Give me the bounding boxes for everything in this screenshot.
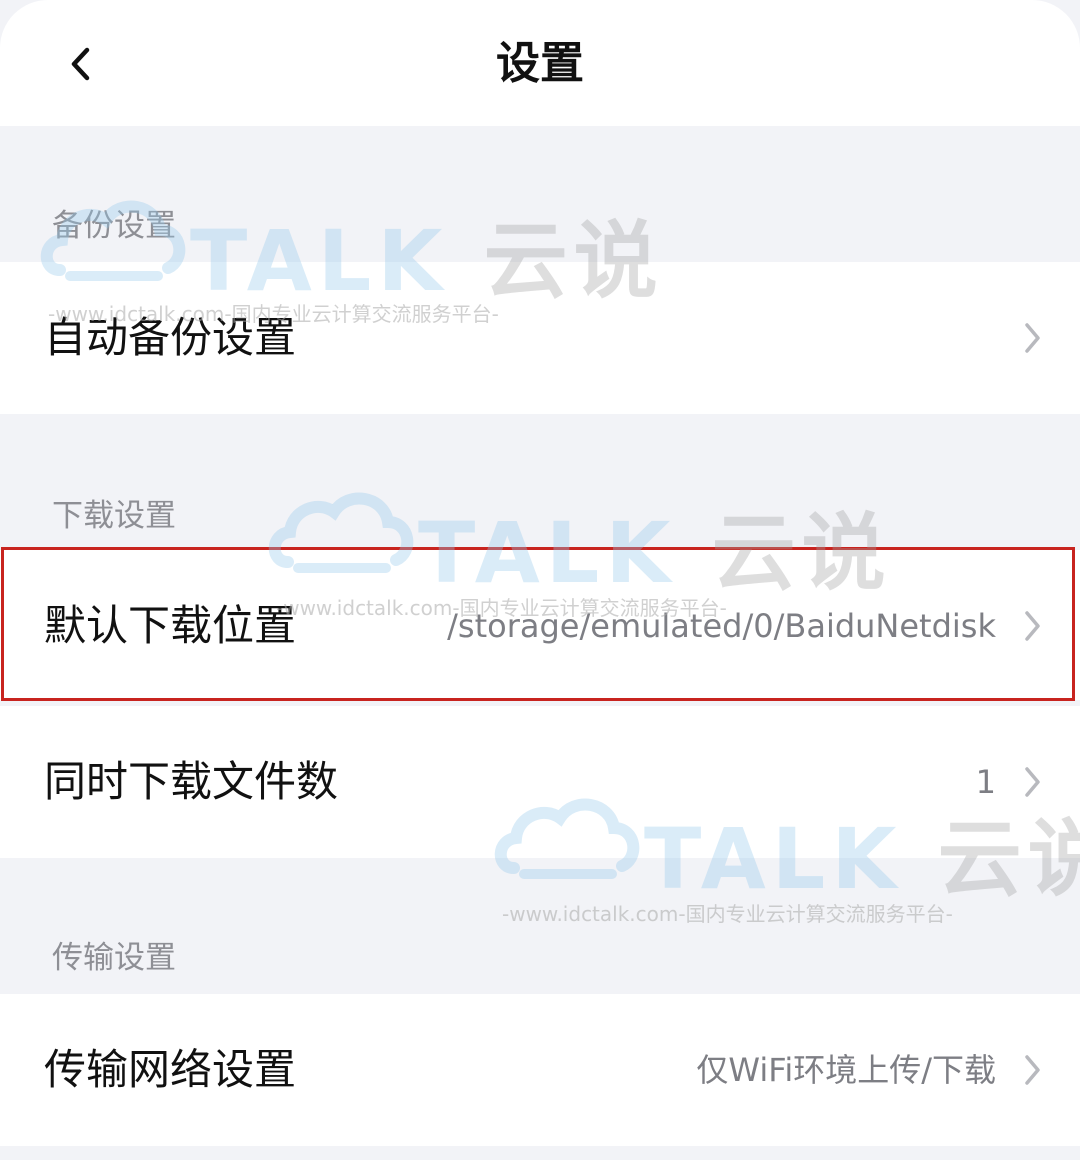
- row-value-download-path: /storage/emulated/0/BaiduNetdisk: [447, 607, 996, 645]
- settings-row-concurrent-downloads[interactable]: 同时下载文件数 1: [0, 706, 1080, 858]
- settings-row-auto-backup[interactable]: 自动备份设置: [0, 262, 1080, 414]
- row-label: 默认下载位置: [44, 601, 297, 650]
- section-label-download: 下载设置: [52, 498, 176, 534]
- row-value-concurrent-count: 1: [975, 763, 996, 801]
- top-bar: 设置: [0, 0, 1080, 126]
- settings-row-default-download-location[interactable]: 默认下载位置 /storage/emulated/0/BaiduNetdisk: [0, 550, 1080, 700]
- row-value-network-mode: 仅WiFi环境上传/下载: [696, 1051, 996, 1089]
- row-label: 同时下载文件数: [44, 757, 339, 806]
- section-label-backup: 备份设置: [52, 208, 176, 244]
- chevron-right-icon: [1025, 1055, 1040, 1085]
- settings-screen: 设置 备份设置 自动备份设置 下载设置 默认下载位置 /storage/emul…: [0, 0, 1080, 1160]
- watermark-url: -www.idctalk.com-国内专业云计算交流服务平台-: [502, 902, 953, 926]
- page-title: 设置: [496, 38, 584, 89]
- chevron-right-icon: [1025, 611, 1040, 641]
- section-label-transfer: 传输设置: [52, 940, 176, 976]
- settings-row-transfer-network[interactable]: 传输网络设置 仅WiFi环境上传/下载: [0, 994, 1080, 1146]
- row-label: 自动备份设置: [44, 313, 297, 362]
- chevron-right-icon: [1025, 323, 1040, 353]
- chevron-right-icon: [1025, 767, 1040, 797]
- row-label: 传输网络设置: [44, 1045, 297, 1094]
